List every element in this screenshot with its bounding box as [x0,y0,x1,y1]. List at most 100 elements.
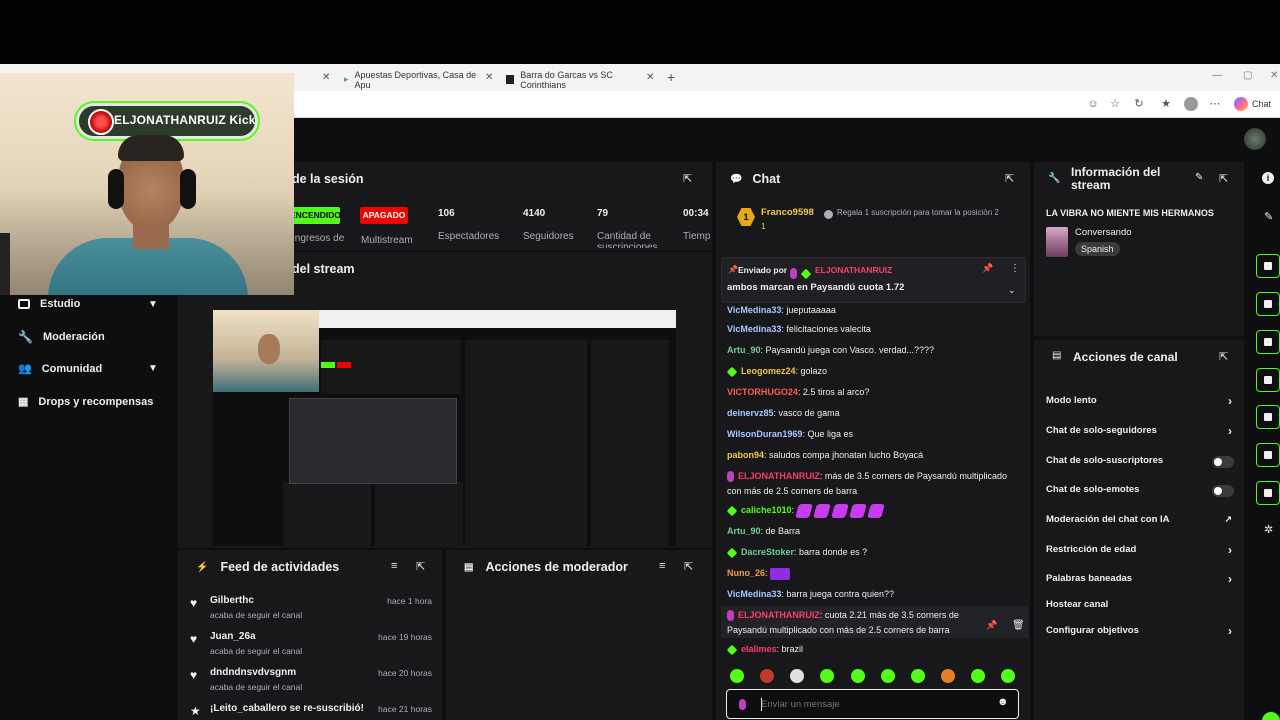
rail-button-broadcast[interactable] [1256,405,1280,429]
action-configurar-objetivos[interactable]: Configurar objetivos › [1046,624,1236,641]
preview-panel [591,340,669,410]
refresh-icon[interactable]: ↻ [1132,97,1146,111]
sidebar-item-drops[interactable]: ▦ Drops y recompensas [18,395,153,409]
rail-button-overlay[interactable] [1256,254,1280,278]
pin-message-icon[interactable]: 📌 [986,620,997,631]
list-icon: ▤ [1052,350,1062,361]
popout-icon[interactable]: ⇱ [684,560,693,573]
kebab-menu-icon[interactable]: ⋮ [1010,263,1020,274]
copilot-label[interactable]: Chat [1252,99,1271,109]
rail-button-wrench[interactable] [1256,481,1280,505]
chat-input-box[interactable]: ☻ [726,689,1019,719]
heart-icon: ♥ [190,632,198,646]
favorite-icon[interactable]: ☆ [1108,97,1122,111]
action-solo-suscriptores[interactable]: Chat de solo-suscriptores [1046,455,1236,471]
emote-icon [770,567,791,580]
sidebar-item-estudio[interactable]: Estudio ▼ [18,298,158,310]
top-gifter-count: 1 [761,221,766,231]
browser-tab[interactable]: ▸ Apuestas Deportivas, Casa de Apu [336,68,494,91]
top-gifter-name[interactable]: Franco9598 [761,207,814,218]
popout-icon[interactable]: ⇱ [1219,350,1228,363]
document-icon: ▤ [464,561,474,573]
rail-button-chat[interactable] [1256,368,1280,392]
tab-close-icon[interactable]: ✕ [646,72,654,83]
emote-icon [848,503,867,518]
emote-icon[interactable] [881,669,895,683]
edit-icon[interactable]: ✎ [1195,172,1203,183]
chevron-down-icon[interactable]: ⌄ [1008,285,1016,296]
toggle-switch[interactable] [1212,485,1234,497]
status-badge-on: ENCENDIDO [290,207,341,224]
pencil-icon[interactable]: ✎ [1264,210,1273,223]
more-options-icon[interactable]: ⋯ [1208,97,1222,111]
stream-preview-video[interactable] [213,310,676,546]
favorites-bar-icon[interactable]: ★ [1159,97,1173,111]
chevron-right-icon: › [1228,394,1232,408]
delete-message-icon[interactable]: 🗑 [1012,620,1025,631]
pin-icon: 📌 [728,265,738,274]
action-restriccion-edad[interactable]: Restricción de edad › [1046,543,1236,560]
pinned-text: ambos marcan en Paysandú cuota 1.72 [727,282,905,293]
logo-emblem [88,109,114,135]
emote-icon[interactable] [820,669,834,683]
action-modo-lento[interactable]: Modo lento › [1046,394,1236,411]
emote-icon[interactable] [790,669,804,683]
settings-icon[interactable]: ✲ [1264,523,1273,536]
action-moderacion-ia[interactable]: Moderación del chat con IA ↗ [1046,514,1236,530]
emoji-icon[interactable]: ☺ [1086,97,1100,111]
chat-input[interactable] [761,696,991,712]
chat-header: 💬 Chat [716,162,1030,196]
popout-icon[interactable]: ⇱ [416,560,425,573]
filter-icon[interactable]: ≡ [391,560,397,572]
action-palabras-baneadas[interactable]: Palabras baneadas › [1046,572,1236,589]
popout-icon[interactable]: ⇱ [1005,172,1014,185]
maximize-icon[interactable]: ▢ [1243,70,1252,81]
emote-icon[interactable] [1001,669,1015,683]
new-tab-icon[interactable]: + [667,69,675,85]
emote-icon[interactable] [730,669,744,683]
broadcaster-badge-icon [727,610,734,622]
popout-icon[interactable]: ⇱ [1219,172,1228,185]
toggle-switch[interactable] [1212,456,1234,468]
emote-icon [794,503,813,518]
chat-message: elalimes: brazil [726,642,1017,657]
emoji-picker-icon[interactable]: ☻ [997,696,1009,708]
chat-message[interactable]: ELJONATHANRUIZ: cuota 2.21 más de 3.5 co… [727,608,997,637]
sidebar-item-label: Comunidad [41,362,103,375]
stat-ingresos: Ingresos de [292,233,345,244]
stat-espectadores: 106 Espectadores [438,208,500,242]
emote-icon[interactable] [851,669,865,683]
user-avatar[interactable] [1244,128,1266,150]
tab-close-icon[interactable]: ✕ [322,72,330,83]
category-thumbnail[interactable] [1046,227,1068,257]
sidebar-item-comunidad[interactable]: 👥 Comunidad ▼ [18,362,158,376]
tab-close-icon[interactable]: ✕ [485,72,493,83]
popout-icon[interactable]: ⇱ [683,172,695,185]
action-solo-emotes[interactable]: Chat de solo-emotes [1046,484,1236,500]
action-solo-seguidores[interactable]: Chat de solo-seguidores › [1046,424,1236,441]
pinned-user[interactable]: ELJONATHANRUIZ [815,265,892,275]
emote-icon[interactable] [941,669,955,683]
emote-icon[interactable] [911,669,925,683]
sidebar-item-moderacion[interactable]: 🔧 Moderación [18,330,105,344]
emote-icon[interactable] [760,669,774,683]
profile-icon[interactable] [1184,97,1198,111]
minimize-icon[interactable]: — [1212,70,1222,81]
info-icon[interactable]: i [1262,172,1274,184]
rail-button-document[interactable] [1256,330,1280,354]
close-window-icon[interactable]: ✕ [1270,70,1278,81]
rail-button-bolt[interactable] [1256,292,1280,316]
category-name[interactable]: Conversando [1075,227,1132,238]
headphone-left [108,169,124,209]
browser-tab[interactable]: Barra do Garcas vs SC Corinthians [498,68,658,91]
subscriber-badge-icon [726,505,738,516]
gift-prompt[interactable]: Regala 1 suscripción para tomar la posic… [837,208,1012,218]
action-hostear-canal[interactable]: Hostear canal [1046,599,1236,615]
chat-message: VicMedina33: felicitaciones valecita [727,324,871,334]
emote-icon[interactable] [971,669,985,683]
copilot-icon[interactable] [1234,97,1248,111]
heart-icon: ♥ [190,596,198,610]
unpin-icon[interactable]: 📌 [982,263,993,274]
rail-button-list[interactable] [1256,443,1280,467]
filter-icon[interactable]: ≡ [659,560,665,572]
